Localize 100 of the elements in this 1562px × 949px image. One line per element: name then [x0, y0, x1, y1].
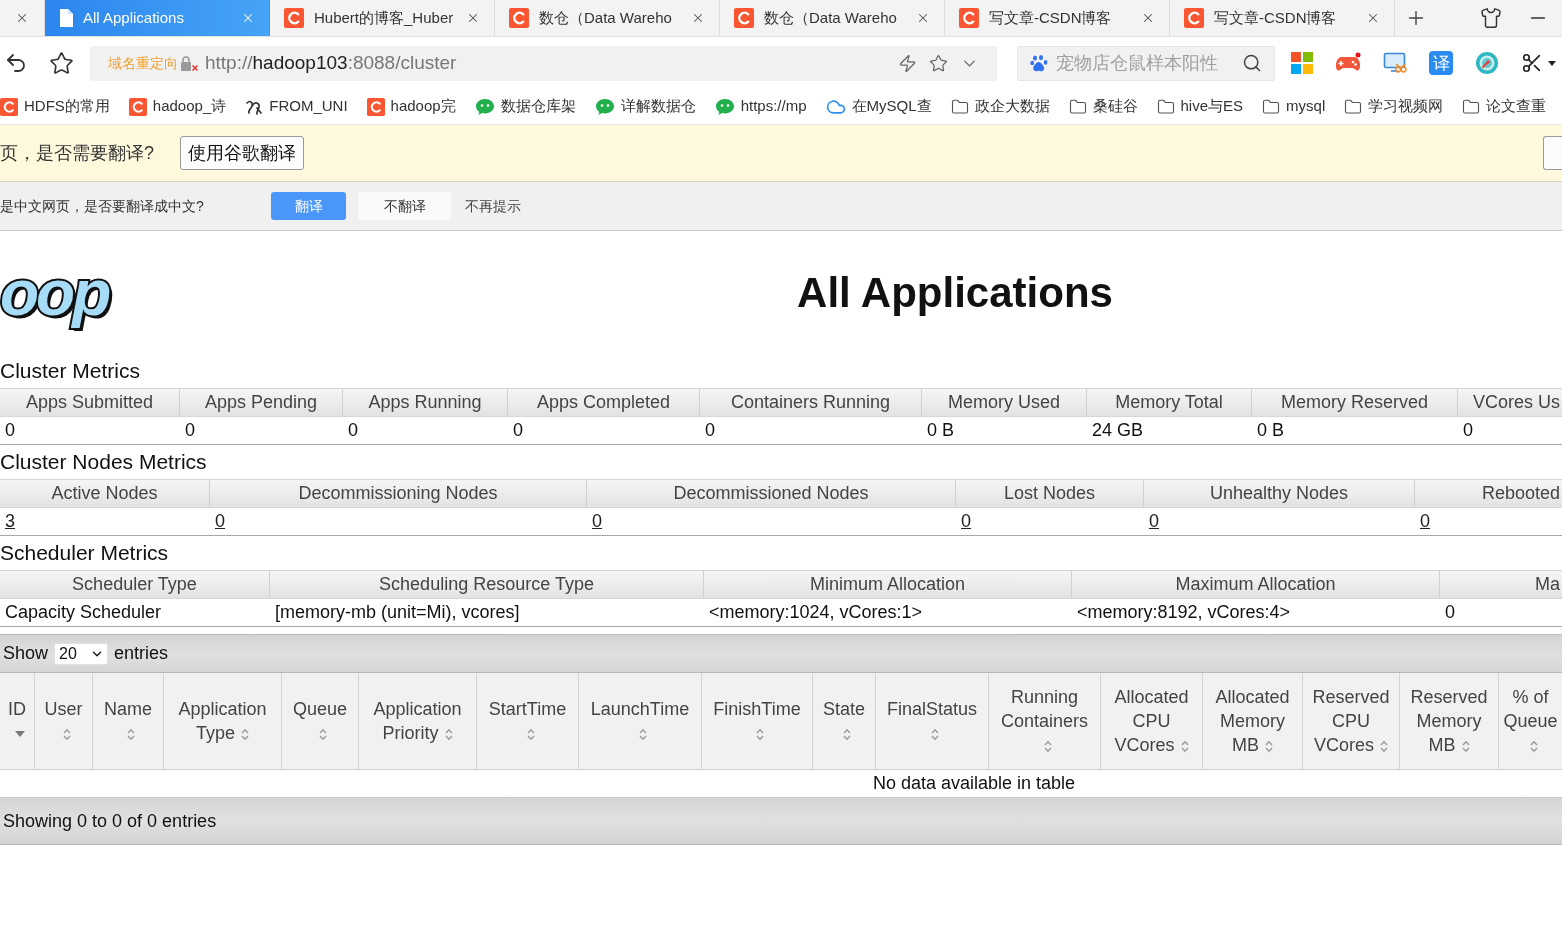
- table-cell-text: [memory-mb (unit=Mi), vcores]: [275, 601, 520, 624]
- search-icon[interactable]: [1242, 53, 1262, 73]
- node-count-link[interactable]: 0: [961, 508, 971, 535]
- bookmark-item[interactable]: 桑硅谷: [1068, 95, 1138, 118]
- star-icon[interactable]: [49, 50, 74, 76]
- close-icon[interactable]: [1141, 11, 1155, 25]
- caret-icon[interactable]: [1548, 60, 1556, 66]
- column-header: Rebooted: [1480, 482, 1561, 505]
- column-header: Scheduler Type: [0, 571, 270, 598]
- folder-icon: [1068, 97, 1087, 116]
- redirect-notice: 域名重定向: [108, 53, 178, 73]
- folder-icon: [950, 97, 969, 116]
- bookmark-item[interactable]: mysql: [1262, 95, 1326, 118]
- tiles-icon[interactable]: [1291, 52, 1313, 74]
- chat-bubble-icon: [594, 97, 615, 116]
- node-count-link[interactable]: 0: [1420, 508, 1430, 535]
- c-logo-icon: [734, 8, 754, 28]
- bookmark-item[interactable]: hadoop完: [366, 95, 456, 118]
- bookmark-item[interactable]: 在MySQL查: [825, 95, 932, 118]
- c-logo-icon: [1184, 8, 1204, 28]
- bookmark-item[interactable]: hive与ES: [1156, 95, 1244, 118]
- page-size-select[interactable]: 20: [54, 642, 109, 665]
- column-header[interactable]: Running Containers: [989, 673, 1101, 769]
- bookmark-item[interactable]: 论文查重: [1462, 95, 1547, 118]
- column-header: Apps Running: [343, 389, 508, 416]
- back-arrow-icon[interactable]: [4, 51, 28, 75]
- column-header[interactable]: Allocated Memory MB: [1203, 673, 1303, 769]
- c-logo-icon: [509, 8, 529, 28]
- column-header: Apps Submitted: [0, 389, 180, 416]
- bookmark-item[interactable]: https://mp: [714, 95, 807, 118]
- column-header[interactable]: FinishTime: [702, 673, 813, 769]
- translate-option-button[interactable]: 不翻译: [358, 192, 451, 220]
- column-header: Decommissioned Nodes: [587, 480, 956, 507]
- chat-bubble-icon: [714, 97, 735, 116]
- column-header[interactable]: FinalStatus: [876, 673, 989, 769]
- close-icon[interactable]: [466, 11, 480, 25]
- bookmark-item[interactable]: hadoop_诗: [128, 95, 227, 118]
- lightning-icon[interactable]: [898, 53, 917, 73]
- monitor-icon[interactable]: [1383, 51, 1407, 75]
- column-header[interactable]: Reserved Memory MB: [1400, 673, 1499, 769]
- column-header[interactable]: LaunchTime: [579, 673, 702, 769]
- folder-icon: [1462, 97, 1481, 116]
- column-header[interactable]: % of Queue: [1499, 673, 1562, 769]
- column-header: Memory Total: [1087, 389, 1252, 416]
- address-bar[interactable]: 域名重定向 http://hadoop103:8088/cluster: [90, 45, 997, 81]
- bookmark-item[interactable]: 学习视频网: [1344, 95, 1444, 118]
- column-header: VCores Us: [1471, 391, 1561, 414]
- close-icon[interactable]: [691, 11, 705, 25]
- bookmark-item[interactable]: FROM_UNI: [245, 95, 348, 118]
- scissors-icon[interactable]: [1521, 52, 1543, 74]
- column-header: Apps Pending: [180, 389, 343, 416]
- close-icon[interactable]: [916, 11, 930, 25]
- translate-prompt-text: 页，是否需要翻译?: [0, 141, 155, 165]
- column-header[interactable]: Allocated CPU VCores: [1101, 673, 1203, 769]
- node-count-link[interactable]: 0: [215, 508, 225, 535]
- column-header[interactable]: User: [35, 673, 93, 769]
- shirt-icon[interactable]: [1480, 7, 1502, 29]
- section-heading: Cluster Metrics: [0, 358, 141, 385]
- bookmark-item[interactable]: 数据仓库架: [474, 95, 576, 118]
- column-header[interactable]: State: [813, 673, 876, 769]
- node-count-link[interactable]: 0: [1149, 508, 1159, 535]
- column-header: Memory Reserved: [1252, 389, 1458, 416]
- node-count-link[interactable]: 3: [5, 508, 15, 535]
- table-cell-text: 0: [5, 419, 15, 442]
- lock-cross-icon: [180, 54, 199, 72]
- column-header[interactable]: ID: [0, 673, 35, 769]
- folder-icon: [1156, 97, 1175, 116]
- column-header[interactable]: Name: [93, 673, 164, 769]
- c-logo-icon: [959, 8, 979, 28]
- translate-question: 是中文网页，是否要翻译成中文?: [0, 196, 205, 216]
- close-icon[interactable]: [1366, 11, 1380, 25]
- entries-label: entries: [114, 642, 169, 665]
- node-count-link[interactable]: 0: [592, 508, 602, 535]
- search-field[interactable]: 宠物店仓鼠样本阳性: [1056, 49, 1242, 77]
- close-icon[interactable]: [15, 11, 29, 25]
- column-header[interactable]: Reserved CPU VCores: [1303, 673, 1400, 769]
- column-header[interactable]: Application Type: [164, 673, 282, 769]
- bookmark-item[interactable]: 政企大数据: [950, 95, 1050, 118]
- table-cell-text: 0: [513, 419, 523, 442]
- column-header[interactable]: Application Priority: [359, 673, 477, 769]
- table-cell-text: <memory:8192, vCores:4>: [1077, 601, 1291, 624]
- bookmark-item[interactable]: HDFS的常用: [0, 95, 110, 118]
- column-header[interactable]: StartTime: [477, 673, 579, 769]
- search-bar[interactable]: 宠物店仓鼠样本阳性: [1017, 45, 1275, 81]
- table-cell-text: Capacity Scheduler: [5, 601, 162, 624]
- star-icon[interactable]: [929, 53, 948, 73]
- table-cell-text: 0: [705, 419, 715, 442]
- column-header: Memory Used: [922, 389, 1087, 416]
- table-cell-text: 0: [1463, 419, 1473, 442]
- folder-icon: [1262, 97, 1281, 116]
- column-header[interactable]: Queue: [282, 673, 359, 769]
- partial-button[interactable]: [1543, 136, 1562, 170]
- section-heading: Scheduler Metrics: [0, 540, 169, 567]
- column-header: Active Nodes: [0, 480, 210, 507]
- bookmark-item[interactable]: 详解数据仓: [594, 95, 696, 118]
- column-header: Ma: [1534, 573, 1561, 596]
- google-translate-button[interactable]: 使用谷歌翻译: [180, 136, 304, 170]
- table-info: Showing 0 to 0 of 0 entries: [2, 809, 217, 833]
- dismiss-link[interactable]: 不再提示: [465, 195, 521, 217]
- ring-icon[interactable]: [1475, 51, 1499, 75]
